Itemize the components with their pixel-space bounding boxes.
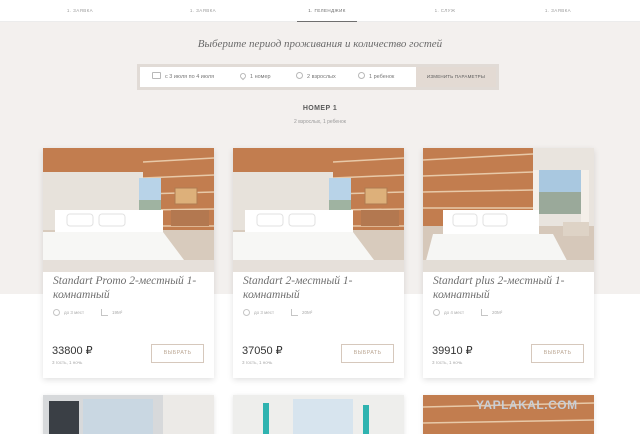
location-pin-icon xyxy=(238,71,248,80)
dates-field[interactable]: с 3 июля по 4 июля xyxy=(152,67,214,87)
area-icon xyxy=(291,309,298,317)
offer-card: Standart 2-местный 1-комнатный до 3 мест… xyxy=(233,148,404,378)
room-photo-partial xyxy=(233,395,404,434)
step-4[interactable]: 1. СЛУЖ xyxy=(400,0,490,22)
calendar-icon xyxy=(152,72,161,80)
offer-price: 39910 ₽ xyxy=(432,345,473,357)
room-photo[interactable] xyxy=(233,148,404,272)
change-parameters-button[interactable]: ИЗМЕНИТЬ ПАРАМЕТРЫ xyxy=(416,67,496,87)
price-note: 3 гость, 1 ночь xyxy=(242,360,273,365)
dates-value: с 3 июля по 4 июля xyxy=(165,74,215,80)
select-button[interactable]: ВЫБРАТЬ xyxy=(151,344,204,363)
offer-card-partial[interactable] xyxy=(233,395,404,434)
guests-icon xyxy=(53,309,60,317)
person-icon xyxy=(296,72,303,80)
capacity-info: до 3 мест xyxy=(53,308,84,318)
room-photo[interactable] xyxy=(423,148,594,272)
area-info: 20М² xyxy=(481,308,502,318)
select-button[interactable]: ВЫБРАТЬ xyxy=(531,344,584,363)
rooms-value: 1 номер xyxy=(250,74,271,80)
search-heading: Выберите период проживания и количество … xyxy=(197,38,443,50)
capacity-value: до 3 мест xyxy=(254,310,275,315)
price-note: 3 гость, 1 ночь xyxy=(52,360,83,365)
capacity-value: до 4 мест xyxy=(444,310,465,315)
offer-name[interactable]: Standart 2-местный 1-комнатный xyxy=(243,274,398,302)
capacity-value: до 3 мест xyxy=(64,310,85,315)
adults-field[interactable]: 2 взрослых xyxy=(296,67,336,87)
area-icon xyxy=(101,309,108,317)
step-2[interactable]: 1. ЗАЯВКА xyxy=(158,0,248,22)
search-parameters-bar: с 3 июля по 4 июля 1 номер 2 взрослых 1 … xyxy=(137,64,499,90)
offer-name[interactable]: Standart plus 2-местный 1-комнатный xyxy=(433,274,588,302)
capacity-info: до 4 мест xyxy=(433,308,464,318)
room-guests: 2 взрослых, 1 ребенок xyxy=(294,119,346,125)
step-5[interactable]: 1. ЗАЯВКА xyxy=(513,0,603,22)
offer-card-partial[interactable] xyxy=(43,395,214,434)
area-info: 20М² xyxy=(291,308,312,318)
step-3-active[interactable]: 1. ГЕЛЕНДЖИК xyxy=(282,0,372,23)
area-info: 19М² xyxy=(101,308,122,318)
room-photo-partial xyxy=(43,395,214,434)
area-value: 20М² xyxy=(492,310,503,315)
step-1[interactable]: 1. ЗАЯВКА xyxy=(35,0,125,22)
adults-value: 2 взрослых xyxy=(307,74,336,80)
booking-steps-nav: 1. ЗАЯВКА 1. ЗАЯВКА 1. ГЕЛЕНДЖИК 1. СЛУЖ… xyxy=(0,0,640,23)
price-note: 3 гость, 1 ночь xyxy=(432,360,463,365)
offer-name[interactable]: Standart Promo 2-местный 1-комнатный xyxy=(53,274,208,302)
room-photo[interactable] xyxy=(43,148,214,272)
guests-icon xyxy=(433,309,440,317)
area-value: 20М² xyxy=(302,310,313,315)
guests-icon xyxy=(243,309,250,317)
watermark: YAPLAKAL.COM xyxy=(476,398,578,412)
area-value: 19М² xyxy=(112,310,123,315)
child-icon xyxy=(358,72,365,80)
capacity-info: до 3 мест xyxy=(243,308,274,318)
children-field[interactable]: 1 ребенок xyxy=(358,67,394,87)
offer-card: Standart Promo 2-местный 1-комнатный до … xyxy=(43,148,214,378)
offer-price: 37050 ₽ xyxy=(242,345,283,357)
rooms-field[interactable]: 1 номер xyxy=(238,67,271,87)
offer-price: 33800 ₽ xyxy=(52,345,93,357)
room-title: НОМЕР 1 xyxy=(302,105,338,112)
children-value: 1 ребенок xyxy=(369,74,395,80)
offer-card: Standart plus 2-местный 1-комнатный до 4… xyxy=(423,148,594,378)
select-button[interactable]: ВЫБРАТЬ xyxy=(341,344,394,363)
area-icon xyxy=(481,309,488,317)
